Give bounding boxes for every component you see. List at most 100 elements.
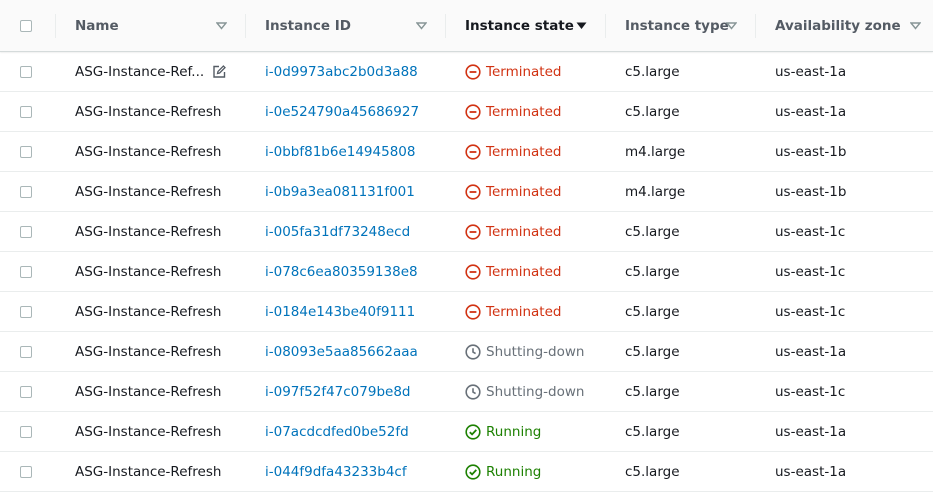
instance-type-value: c5.large bbox=[625, 343, 680, 360]
instance-id-link[interactable]: i-0d9973abc2b0d3a88 bbox=[265, 64, 418, 80]
column-header-name[interactable]: Name bbox=[55, 0, 245, 51]
name-cell: ASG-Instance-Refresh bbox=[55, 332, 245, 371]
instance-name: ASG-Instance-Refresh bbox=[75, 423, 222, 440]
row-checkbox[interactable] bbox=[20, 345, 32, 358]
column-header-instance-state[interactable]: Instance state bbox=[445, 0, 605, 51]
row-checkbox[interactable] bbox=[20, 425, 32, 438]
instance-id-link[interactable]: i-0bbf81b6e14945808 bbox=[265, 144, 415, 160]
sort-caret-icon[interactable] bbox=[216, 0, 227, 51]
instances-table: Name Instance ID Instance state Instance… bbox=[0, 0, 933, 492]
availability-zone-value: us-east-1c bbox=[775, 223, 846, 240]
table-row[interactable]: ASG-Instance-Refresh i-0b9a3ea081131f001 T… bbox=[0, 172, 933, 212]
table-header: Name Instance ID Instance state Instance… bbox=[0, 0, 933, 52]
instance-type-cell: c5.large bbox=[605, 252, 755, 291]
row-select-cell bbox=[0, 452, 55, 491]
availability-zone-value: us-east-1a bbox=[775, 63, 847, 80]
row-checkbox[interactable] bbox=[20, 65, 32, 78]
edit-name-icon[interactable] bbox=[212, 64, 227, 79]
table-row[interactable]: ASG-Instance-Refresh i-005fa31df73248ecd T… bbox=[0, 212, 933, 252]
row-select-cell bbox=[0, 332, 55, 371]
instance-name: ASG-Instance-Refresh bbox=[75, 223, 222, 240]
row-select-cell bbox=[0, 212, 55, 251]
instance-state-status: Terminated bbox=[465, 64, 561, 80]
instance-type-cell: c5.large bbox=[605, 452, 755, 491]
instance-type-value: c5.large bbox=[625, 303, 680, 320]
minus-circle-icon bbox=[465, 263, 481, 280]
availability-zone-cell: us-east-1a bbox=[755, 92, 933, 131]
table-row[interactable]: ASG-Instance-Ref... i-0d9973abc2b0d3a88 Te… bbox=[0, 52, 933, 92]
table-row[interactable]: ASG-Instance-Refresh i-07acdcdfed0be52fd R… bbox=[0, 412, 933, 452]
row-checkbox[interactable] bbox=[20, 385, 32, 398]
instance-type-cell: m4.large bbox=[605, 172, 755, 211]
name-cell: ASG-Instance-Ref... bbox=[55, 52, 245, 91]
sort-caret-icon[interactable] bbox=[910, 0, 921, 51]
instance-id-link[interactable]: i-0184e143be40f9111 bbox=[265, 304, 415, 320]
instance-id-link[interactable]: i-097f52f47c079be8d bbox=[265, 384, 410, 400]
instance-state-cell: Terminated bbox=[445, 172, 605, 211]
availability-zone-value: us-east-1c bbox=[775, 383, 846, 400]
row-checkbox[interactable] bbox=[20, 225, 32, 238]
instance-id-link[interactable]: i-078c6ea80359138e8 bbox=[265, 264, 418, 280]
table-row[interactable]: ASG-Instance-Refresh i-0e524790a45686927 T… bbox=[0, 92, 933, 132]
instance-state-label: Terminated bbox=[486, 143, 562, 160]
row-checkbox[interactable] bbox=[20, 185, 32, 198]
availability-zone-cell: us-east-1b bbox=[755, 172, 933, 211]
availability-zone-value: us-east-1b bbox=[775, 143, 847, 160]
table-row[interactable]: ASG-Instance-Refresh i-0184e143be40f9111 T… bbox=[0, 292, 933, 332]
instance-state-label: Running bbox=[486, 463, 542, 480]
row-checkbox[interactable] bbox=[20, 145, 32, 158]
instance-state-status: Terminated bbox=[465, 184, 561, 200]
select-all-checkbox[interactable] bbox=[20, 19, 32, 32]
row-checkbox[interactable] bbox=[20, 305, 32, 318]
check-circle-icon bbox=[465, 423, 481, 440]
minus-circle-icon bbox=[465, 303, 481, 320]
instance-id-link[interactable]: i-044f9dfa43233b4cf bbox=[265, 464, 407, 480]
instance-name: ASG-Instance-Refresh bbox=[75, 463, 222, 480]
table-row[interactable]: ASG-Instance-Refresh i-078c6ea80359138e8 T… bbox=[0, 252, 933, 292]
name-cell: ASG-Instance-Refresh bbox=[55, 172, 245, 211]
instance-state-cell: Terminated bbox=[445, 252, 605, 291]
sort-caret-icon[interactable] bbox=[726, 0, 737, 51]
row-select-cell bbox=[0, 412, 55, 451]
table-row[interactable]: ASG-Instance-Refresh i-097f52f47c079be8d S… bbox=[0, 372, 933, 412]
table-row[interactable]: ASG-Instance-Refresh i-08093e5aa85662aaa S… bbox=[0, 332, 933, 372]
instance-state-label: Terminated bbox=[486, 63, 562, 80]
instance-state-status: Terminated bbox=[465, 264, 561, 280]
instance-type-value: c5.large bbox=[625, 223, 680, 240]
sorted-desc-caret-icon[interactable] bbox=[576, 0, 587, 51]
table-row[interactable]: ASG-Instance-Refresh i-044f9dfa43233b4cf R… bbox=[0, 452, 933, 492]
column-header-availability-zone-label: Availability zone bbox=[775, 17, 901, 34]
minus-circle-icon bbox=[465, 183, 481, 200]
column-header-instance-type[interactable]: Instance type bbox=[605, 0, 755, 51]
sort-caret-icon[interactable] bbox=[416, 0, 427, 51]
instance-id-link[interactable]: i-0b9a3ea081131f001 bbox=[265, 184, 415, 200]
row-select-cell bbox=[0, 372, 55, 411]
table-body: ASG-Instance-Ref... i-0d9973abc2b0d3a88 Te… bbox=[0, 52, 933, 492]
instance-state-label: Terminated bbox=[486, 103, 562, 120]
row-checkbox[interactable] bbox=[20, 465, 32, 478]
instance-id-link[interactable]: i-0e524790a45686927 bbox=[265, 104, 419, 120]
table-row[interactable]: ASG-Instance-Refresh i-0bbf81b6e14945808 T… bbox=[0, 132, 933, 172]
availability-zone-value: us-east-1a bbox=[775, 463, 847, 480]
instance-type-value: c5.large bbox=[625, 103, 680, 120]
instance-id-link[interactable]: i-07acdcdfed0be52fd bbox=[265, 424, 409, 440]
row-checkbox[interactable] bbox=[20, 265, 32, 278]
row-checkbox[interactable] bbox=[20, 105, 32, 118]
instance-type-value: c5.large bbox=[625, 263, 680, 280]
instance-name: ASG-Instance-Ref... bbox=[75, 63, 205, 80]
column-header-availability-zone[interactable]: Availability zone bbox=[755, 0, 933, 51]
instance-id-link[interactable]: i-08093e5aa85662aaa bbox=[265, 344, 418, 360]
instance-id-link[interactable]: i-005fa31df73248ecd bbox=[265, 224, 410, 240]
instance-state-status: Shutting-down bbox=[465, 344, 584, 360]
name-cell: ASG-Instance-Refresh bbox=[55, 292, 245, 331]
availability-zone-cell: us-east-1c bbox=[755, 252, 933, 291]
name-cell: ASG-Instance-Refresh bbox=[55, 252, 245, 291]
instance-state-label: Running bbox=[486, 423, 542, 440]
availability-zone-value: us-east-1c bbox=[775, 303, 846, 320]
instance-type-value: m4.large bbox=[625, 143, 686, 160]
column-header-instance-id-label: Instance ID bbox=[265, 17, 351, 34]
column-header-instance-id[interactable]: Instance ID bbox=[245, 0, 445, 51]
instance-state-status: Terminated bbox=[465, 224, 561, 240]
name-cell: ASG-Instance-Refresh bbox=[55, 132, 245, 171]
availability-zone-cell: us-east-1c bbox=[755, 372, 933, 411]
